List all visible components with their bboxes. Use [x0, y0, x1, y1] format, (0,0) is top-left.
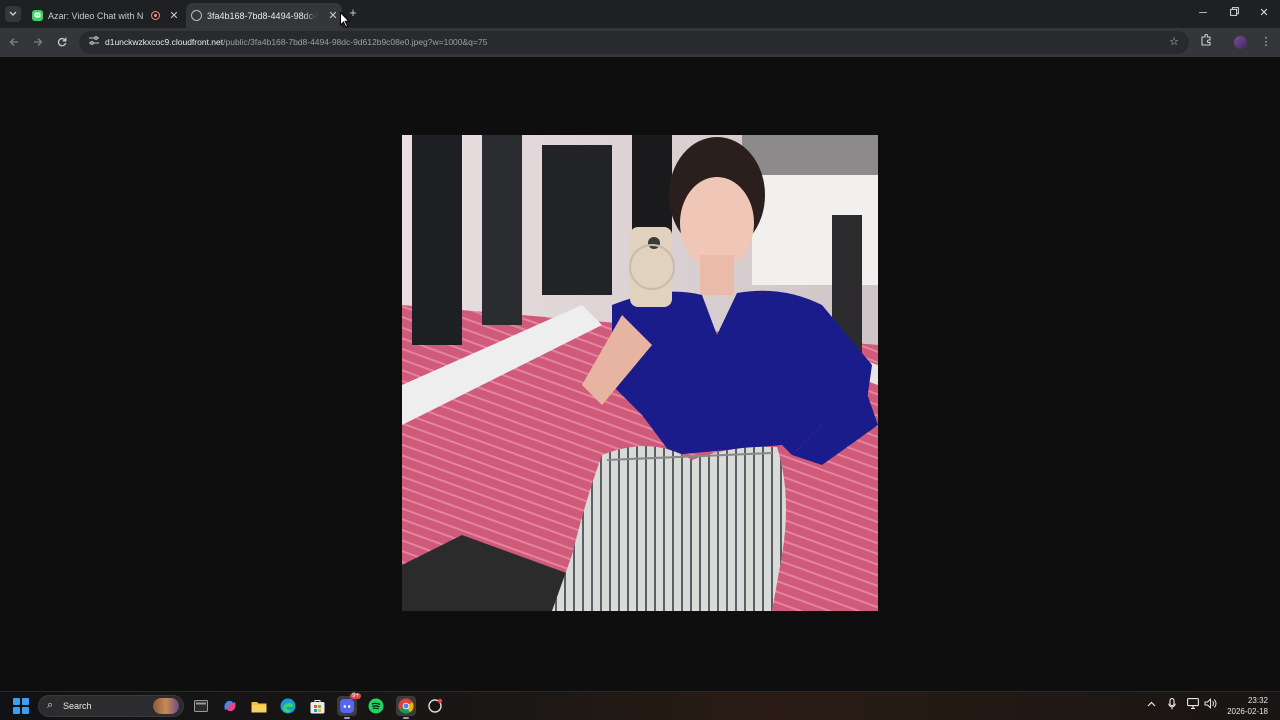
- forward-button[interactable]: [30, 35, 46, 51]
- close-icon[interactable]: ✕: [168, 10, 180, 22]
- close-window-button[interactable]: ✕: [1257, 6, 1271, 20]
- spotify-icon[interactable]: [366, 696, 386, 716]
- system-clock[interactable]: 23:32 2026-02-18: [1227, 695, 1268, 717]
- browser-toolbar: d1unckwzkxcoc9.cloudfront.net/public/3fa…: [0, 28, 1280, 57]
- extensions-icon[interactable]: [1198, 33, 1214, 50]
- volume-icon[interactable]: [1203, 698, 1217, 712]
- chevron-down-icon: [9, 11, 17, 16]
- globe-icon: [191, 10, 202, 21]
- url-host: d1unckwzkxcoc9.cloudfront.net: [105, 37, 224, 47]
- clock-date: 2026-02-18: [1227, 707, 1268, 716]
- active-indicator: [344, 717, 350, 719]
- store-icon[interactable]: [307, 696, 327, 716]
- tab-strip: Azar: Video Chat with New ✕ 3fa4b168-7bd…: [0, 0, 1280, 28]
- microphone-icon[interactable]: [1165, 698, 1179, 712]
- file-explorer-icon[interactable]: [191, 696, 211, 716]
- search-label: Search: [63, 701, 92, 711]
- search-highlight-image: [153, 698, 179, 714]
- network-icon[interactable]: [1186, 698, 1200, 712]
- arrow-right-icon: [34, 38, 43, 46]
- chrome-icon[interactable]: [396, 696, 416, 719]
- helper-icon[interactable]: [425, 696, 445, 716]
- url-path: /public/3fa4b168-7bd8-4494-98dc-9d612b9c…: [223, 37, 488, 47]
- page-viewport: [0, 12, 1280, 691]
- url-text[interactable]: d1unckwzkxcoc9.cloudfront.net/public/3fa…: [105, 36, 487, 49]
- restore-icon: [1229, 7, 1239, 16]
- profile-avatar[interactable]: [1234, 36, 1247, 49]
- folder-icon[interactable]: [249, 696, 269, 716]
- reload-icon: [57, 37, 67, 47]
- recording-icon: [151, 11, 160, 20]
- taskbar-search[interactable]: ⌕ Search: [38, 695, 184, 717]
- tab-title: Azar: Video Chat with New: [48, 10, 143, 21]
- tab-search-button[interactable]: [5, 6, 21, 22]
- reload-button[interactable]: [54, 35, 70, 51]
- restore-button[interactable]: [1227, 6, 1241, 20]
- azar-icon: [32, 10, 43, 21]
- close-icon[interactable]: ✕: [327, 10, 339, 22]
- address-bar[interactable]: d1unckwzkxcoc9.cloudfront.net/public/3fa…: [79, 31, 1189, 54]
- minimize-button[interactable]: ─: [1196, 6, 1210, 20]
- search-icon: ⌕: [47, 699, 54, 711]
- notification-badge: 9+: [350, 693, 361, 699]
- tab-azar[interactable]: Azar: Video Chat with New ✕: [26, 3, 184, 28]
- tray-overflow-chevron-icon[interactable]: [1144, 698, 1158, 712]
- taskbar: ⌕ Search 9+ 23:32 2026-02-18: [0, 691, 1280, 720]
- edge-icon[interactable]: [278, 696, 298, 716]
- tab-title: 3fa4b168-7bd8-4494-98dc-9d6: [207, 10, 319, 21]
- displayed-photo: [402, 135, 878, 611]
- back-button[interactable]: [6, 35, 22, 51]
- active-indicator: [403, 717, 409, 719]
- site-info-icon[interactable]: [87, 36, 101, 50]
- discord-icon[interactable]: 9+: [337, 693, 361, 719]
- copilot-icon[interactable]: [220, 696, 240, 716]
- arrow-left-icon: [9, 38, 18, 46]
- clock-time: 23:32: [1247, 696, 1268, 705]
- menu-icon[interactable]: ⋮: [1258, 34, 1274, 50]
- bookmark-star-icon[interactable]: ☆: [1167, 35, 1181, 49]
- windows-start-icon[interactable]: [13, 698, 29, 714]
- tab-image[interactable]: 3fa4b168-7bd8-4494-98dc-9d6 ✕: [186, 3, 342, 28]
- mouse-cursor-icon: [340, 12, 350, 28]
